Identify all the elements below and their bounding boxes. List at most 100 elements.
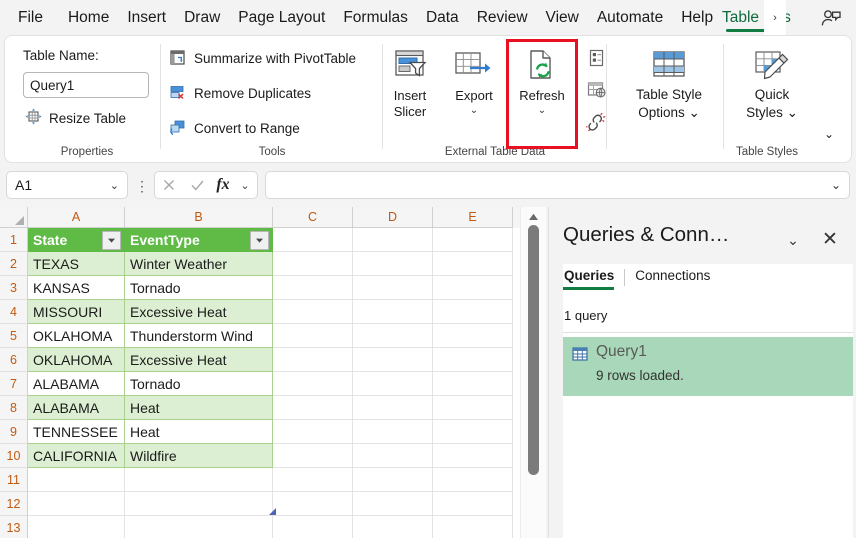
cell-c5[interactable] — [273, 324, 353, 348]
column-header-a[interactable]: A — [28, 207, 125, 228]
cell-a5[interactable]: OKLAHOMA — [28, 324, 125, 348]
cell-b7[interactable]: Tornado — [125, 372, 273, 396]
cell-a7[interactable]: ALABAMA — [28, 372, 125, 396]
row-header-11[interactable]: 11 — [0, 468, 28, 492]
cell-b6[interactable]: Excessive Heat — [125, 348, 273, 372]
cell-b3[interactable]: Tornado — [125, 276, 273, 300]
cell-d3[interactable] — [353, 276, 433, 300]
cell-d2[interactable] — [353, 252, 433, 276]
cell-e1[interactable] — [433, 228, 513, 252]
function-dropdown-caret-icon[interactable]: ⌄ — [235, 172, 255, 198]
cell-d9[interactable] — [353, 420, 433, 444]
cell-d7[interactable] — [353, 372, 433, 396]
row-header-13[interactable]: 13 — [0, 516, 28, 538]
cell-a4[interactable]: MISSOURI — [28, 300, 125, 324]
cancel-formula-icon[interactable] — [155, 172, 183, 198]
cell-a13[interactable] — [28, 516, 125, 538]
tab-help[interactable]: Help — [672, 0, 722, 36]
cell-a11[interactable] — [28, 468, 125, 492]
row-header-2[interactable]: 2 — [0, 252, 28, 276]
cell-c2[interactable] — [273, 252, 353, 276]
summarize-with-pivottable-button[interactable]: Summarize with PivotTable — [169, 46, 356, 71]
filter-dropdown-icon-eventtype[interactable] — [250, 231, 269, 250]
tab-insert[interactable]: Insert — [118, 0, 175, 36]
cell-b2[interactable]: Winter Weather — [125, 252, 273, 276]
cell-d1[interactable] — [353, 228, 433, 252]
cell-c12[interactable] — [273, 492, 353, 516]
cell-e2[interactable] — [433, 252, 513, 276]
column-header-c[interactable]: C — [273, 207, 353, 228]
cell-c8[interactable] — [273, 396, 353, 420]
convert-to-range-button[interactable]: Convert to Range — [169, 116, 300, 141]
row-header-10[interactable]: 10 — [0, 444, 28, 468]
insert-function-icon[interactable]: fx — [211, 172, 235, 198]
cell-a3[interactable]: KANSAS — [28, 276, 125, 300]
table-header-eventtype[interactable]: EventType — [125, 228, 273, 252]
tab-overflow-chevron-icon[interactable]: › — [764, 0, 786, 36]
cell-c11[interactable] — [273, 468, 353, 492]
tab-review[interactable]: Review — [468, 0, 537, 36]
table-style-options-button[interactable]: Table Style Options ⌄ — [619, 44, 719, 122]
cell-e10[interactable] — [433, 444, 513, 468]
column-header-e[interactable]: E — [433, 207, 513, 228]
cell-c3[interactable] — [273, 276, 353, 300]
table-name-input[interactable] — [23, 72, 149, 98]
tab-connections[interactable]: Connections — [634, 264, 720, 283]
cell-a6[interactable]: OKLAHOMA — [28, 348, 125, 372]
enter-formula-icon[interactable] — [183, 172, 211, 198]
cell-e5[interactable] — [433, 324, 513, 348]
cell-e6[interactable] — [433, 348, 513, 372]
ribbon-expand-caret-icon[interactable]: ⌄ — [817, 124, 841, 144]
row-header-3[interactable]: 3 — [0, 276, 28, 300]
cell-d5[interactable] — [353, 324, 433, 348]
cell-d11[interactable] — [353, 468, 433, 492]
vertical-scrollbar-thumb[interactable] — [528, 225, 539, 475]
row-header-9[interactable]: 9 — [0, 420, 28, 444]
select-all-corner[interactable] — [0, 207, 28, 228]
cell-a10[interactable]: CALIFORNIA — [28, 444, 125, 468]
tab-queries[interactable]: Queries — [563, 264, 624, 283]
cell-d10[interactable] — [353, 444, 433, 468]
row-header-6[interactable]: 6 — [0, 348, 28, 372]
name-box[interactable]: A1 ⌄ — [6, 171, 128, 199]
refresh-dropdown-caret-icon[interactable]: ⌄ — [538, 104, 546, 117]
cell-b8[interactable]: Heat — [125, 396, 273, 420]
cell-b4[interactable]: Excessive Heat — [125, 300, 273, 324]
tab-data[interactable]: Data — [417, 0, 468, 36]
cell-e13[interactable] — [433, 516, 513, 538]
row-header-1[interactable]: 1 — [0, 228, 28, 252]
queries-pane-collapse-caret-icon[interactable]: ⌄ — [781, 229, 805, 251]
name-box-caret-icon[interactable]: ⌄ — [110, 179, 119, 192]
cell-d12[interactable] — [353, 492, 433, 516]
filter-dropdown-icon-state[interactable] — [102, 231, 121, 250]
cell-c9[interactable] — [273, 420, 353, 444]
cell-c10[interactable] — [273, 444, 353, 468]
query-list-item[interactable]: Query1 9 rows loaded. — [563, 337, 853, 396]
cell-b13[interactable] — [125, 516, 273, 538]
row-header-5[interactable]: 5 — [0, 324, 28, 348]
cell-e9[interactable] — [433, 420, 513, 444]
cell-b9[interactable]: Heat — [125, 420, 273, 444]
export-dropdown-caret-icon[interactable]: ⌄ — [470, 104, 478, 117]
row-header-4[interactable]: 4 — [0, 300, 28, 324]
cell-b11[interactable] — [125, 468, 273, 492]
row-header-7[interactable]: 7 — [0, 372, 28, 396]
remove-duplicates-button[interactable]: Remove Duplicates — [169, 81, 311, 106]
formula-input[interactable]: ⌄ — [265, 171, 850, 199]
refresh-button[interactable]: Refresh ⌄ — [513, 44, 571, 117]
cell-e12[interactable] — [433, 492, 513, 516]
tab-view[interactable]: View — [537, 0, 588, 36]
cell-a12[interactable] — [28, 492, 125, 516]
cell-c4[interactable] — [273, 300, 353, 324]
cell-a9[interactable]: TENNESSEE — [28, 420, 125, 444]
tab-home[interactable]: Home — [59, 0, 118, 36]
tab-file[interactable]: File — [0, 0, 59, 36]
share-person-icon[interactable] — [814, 3, 848, 33]
vertical-scrollbar[interactable] — [520, 207, 546, 538]
cell-d4[interactable] — [353, 300, 433, 324]
export-button[interactable]: Export ⌄ — [445, 44, 503, 117]
cell-a2[interactable]: TEXAS — [28, 252, 125, 276]
formula-bar-expand-caret-icon[interactable]: ⌄ — [831, 178, 841, 192]
tab-draw[interactable]: Draw — [175, 0, 229, 36]
cell-e11[interactable] — [433, 468, 513, 492]
